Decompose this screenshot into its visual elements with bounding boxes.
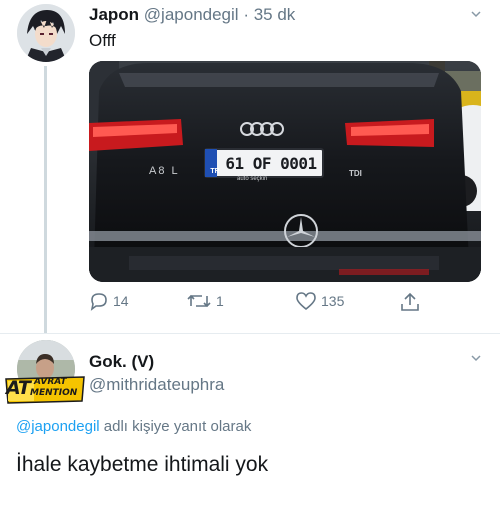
tweet-text: Offf [89, 31, 116, 50]
tweet-media-image[interactable]: TR 61 OF 0001 auto seçkin A8 L TDI [89, 61, 481, 282]
retweet-action[interactable]: 1 [186, 291, 224, 311]
replying-to-suffix: adlı kişiye yanıt olarak [99, 418, 252, 435]
tweet-divider [0, 333, 500, 334]
author-name[interactable]: Gok. (V) [89, 352, 154, 372]
chevron-down-icon[interactable] [470, 352, 482, 364]
badge-line-2: MENTION [30, 388, 78, 398]
like-action[interactable]: 135 [295, 291, 344, 311]
author-handle[interactable]: @mithridateuphra [89, 375, 224, 395]
badge-prefix: AT [6, 377, 31, 399]
retweet-count: 1 [216, 293, 224, 309]
badge-line-1: AVRAT [34, 377, 67, 387]
share-action[interactable] [399, 291, 421, 313]
replying-to-mention[interactable]: @japondegil [16, 418, 100, 435]
avatar[interactable] [17, 4, 75, 62]
reply-icon [90, 293, 107, 311]
reply-count: 14 [113, 293, 129, 309]
heart-icon [296, 292, 316, 311]
like-count: 135 [321, 293, 345, 309]
tweet-header: Japon @japondegil · 35 dk [89, 5, 295, 25]
trim-badge: TDI [349, 169, 362, 178]
model-badge: A8 L [149, 165, 180, 177]
chevron-down-icon[interactable] [470, 8, 482, 20]
tweet-original[interactable]: Japon @japondegil · 35 dk Offf TR 61 OF … [0, 0, 500, 334]
timestamp[interactable]: 35 dk [254, 5, 296, 24]
reply-text: İhale kaybetme ihtimali yok [16, 453, 269, 476]
anime-avatar-image [17, 4, 75, 62]
tweet-actions: 14 1 135 [89, 291, 481, 315]
header-separator: · [243, 5, 249, 24]
author-handle[interactable]: @japondegil [144, 5, 239, 24]
author-name[interactable]: Japon [89, 5, 139, 24]
license-plate: 61 OF 0001 [225, 153, 317, 173]
reply-action[interactable]: 14 [89, 291, 129, 311]
replying-to: @japondegil adlı kişiye yanıt olarak [16, 418, 251, 435]
thread-line [44, 66, 47, 334]
dealer-frame-text: auto seçkin [237, 176, 268, 182]
share-icon [401, 292, 419, 311]
retweet-icon [187, 294, 211, 308]
